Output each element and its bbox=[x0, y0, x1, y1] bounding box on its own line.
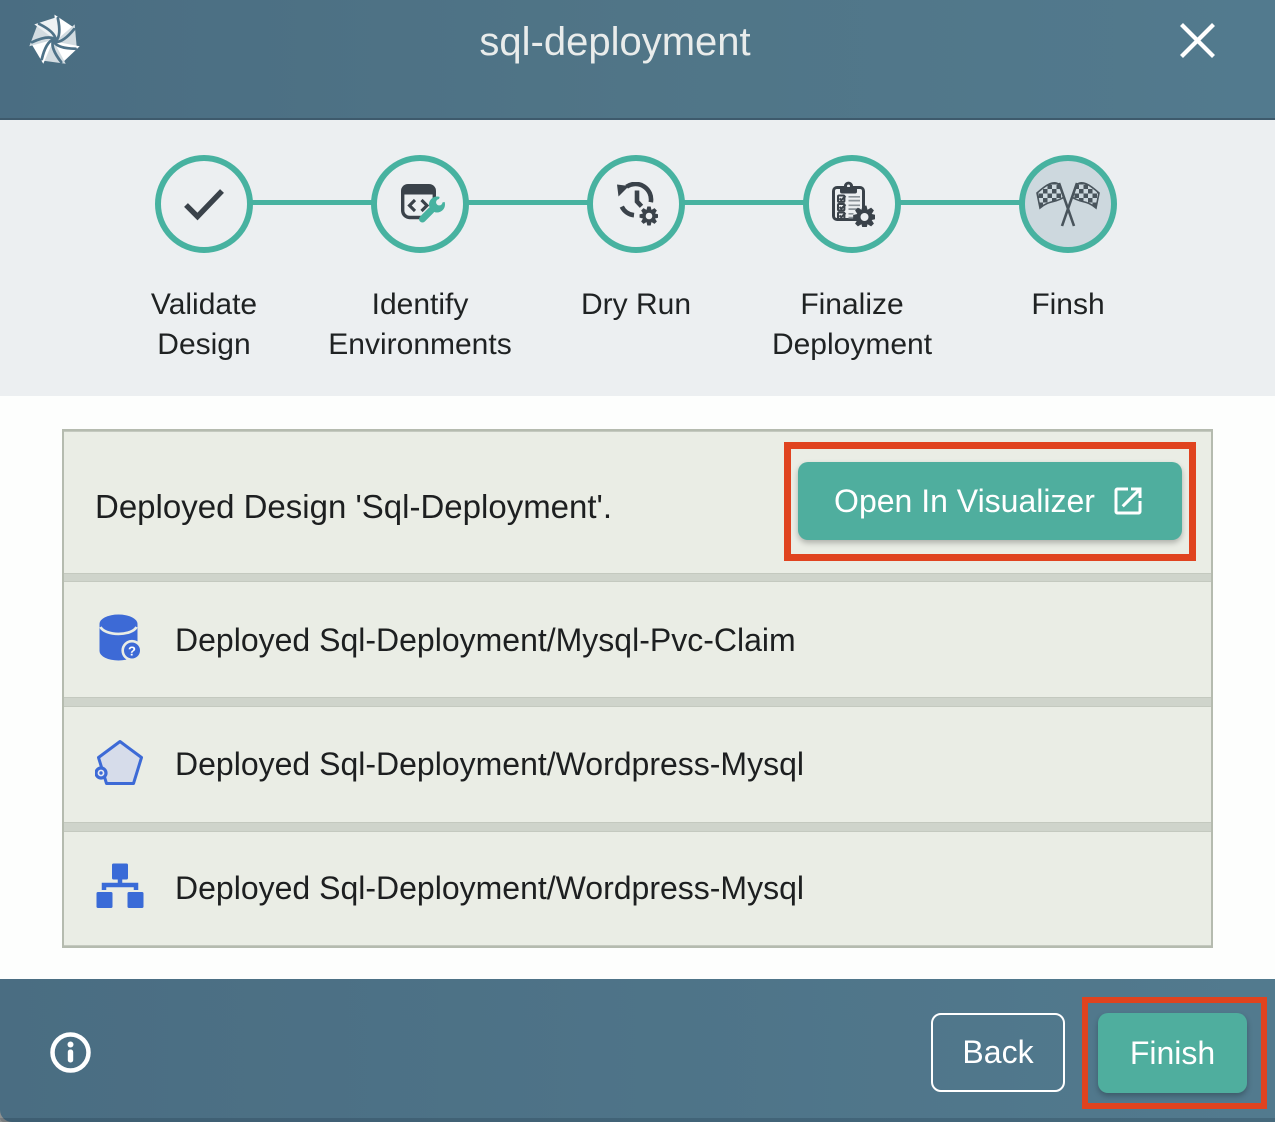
svg-text:?: ? bbox=[128, 644, 136, 659]
